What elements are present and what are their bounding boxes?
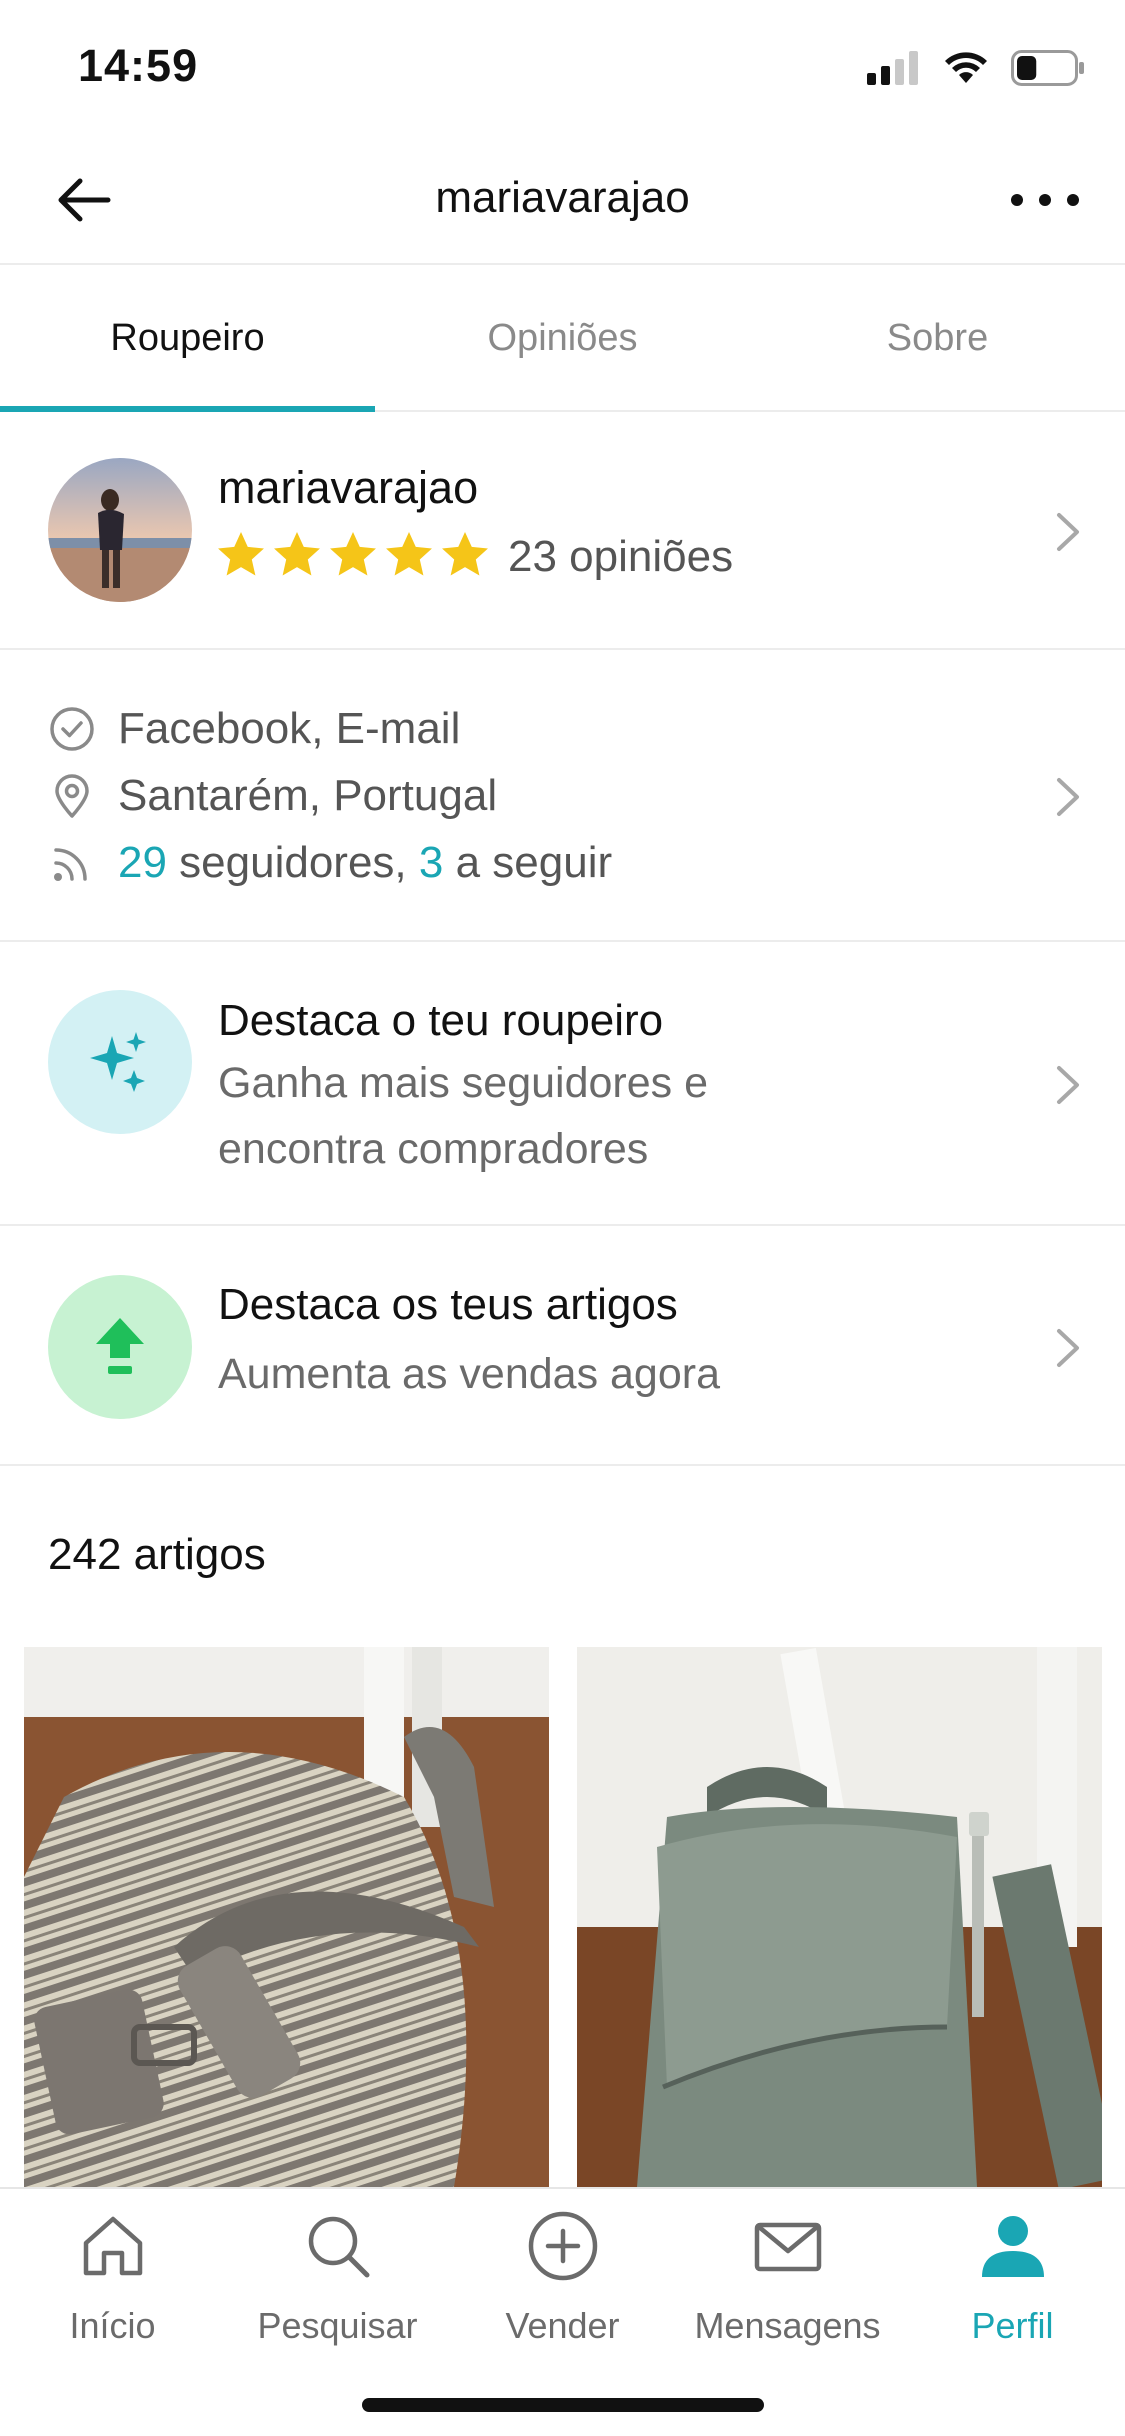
- tab-label: Início: [69, 2305, 156, 2346]
- item-photo: [24, 1647, 549, 2187]
- chevron-right-icon: [1057, 1066, 1079, 1104]
- promo-title: Destaca o teu roupeiro: [218, 996, 664, 1045]
- tab-mensagens[interactable]: Mensagens: [675, 2209, 900, 2347]
- search-icon: [308, 2216, 369, 2278]
- followers-label: seguidores,: [166, 838, 419, 887]
- home-indicator: [362, 2398, 764, 2412]
- status-icons: [867, 48, 1085, 88]
- tab-label: Pesquisar: [257, 2305, 418, 2346]
- tab-perfil[interactable]: Perfil: [900, 2209, 1125, 2347]
- sparkles-icon: [90, 1032, 146, 1092]
- promo-subtitle-line2: encontra compradores: [218, 1125, 649, 1173]
- profile-tabs: Roupeiro Opiniões Sobre: [0, 267, 1125, 412]
- tab-opinioes[interactable]: Opiniões: [375, 267, 750, 410]
- chevron-right-icon: [1057, 778, 1079, 816]
- item-card[interactable]: [24, 1647, 549, 2187]
- location-line: Santarém, Portugal: [48, 771, 497, 821]
- home-icon: [83, 2216, 142, 2276]
- promo-title: Destaca os teus artigos: [218, 1280, 678, 1329]
- status-time: 14:59: [78, 40, 199, 91]
- chevron-right-icon: [1057, 513, 1079, 551]
- upload-arrow-icon: [96, 1318, 144, 1374]
- rating-stars: [214, 528, 492, 582]
- signal-icon: [867, 51, 918, 85]
- avatar: [48, 458, 192, 602]
- promo-icon-bg: [48, 990, 192, 1134]
- tab-label: Vender: [505, 2305, 620, 2346]
- following-count[interactable]: 3: [419, 838, 443, 888]
- tab-label: Perfil: [971, 2305, 1054, 2346]
- followers-count[interactable]: 29: [118, 838, 167, 888]
- following-label: a seguir: [443, 838, 613, 887]
- followers-line: 29 seguidores, 3 a seguir: [48, 838, 612, 888]
- tab-inicio[interactable]: Início: [0, 2209, 225, 2347]
- location-text: Santarém, Portugal: [118, 771, 498, 820]
- promo-subtitle-line1: Ganha mais seguidores e: [218, 1059, 709, 1107]
- star-icon: [218, 532, 264, 576]
- status-bar: 14:59: [0, 0, 1125, 135]
- star-icon: [274, 532, 320, 576]
- verified-line: Facebook, E-mail: [48, 704, 460, 754]
- tab-pesquisar[interactable]: Pesquisar: [225, 2209, 450, 2347]
- star-icon: [330, 532, 376, 576]
- navigation-bar: mariavarajao: [0, 135, 1125, 265]
- plus-circle-icon: [528, 2211, 597, 2281]
- battery-icon: [1011, 50, 1084, 86]
- person-icon: [981, 2216, 1044, 2277]
- items-count: 242 artigos: [48, 1530, 266, 1579]
- promote-closet-row[interactable]: Destaca o teu roupeiro Ganha mais seguid…: [0, 944, 1125, 1226]
- wifi-icon: [945, 52, 987, 83]
- promote-items-row[interactable]: Destaca os teus artigos Aumenta as venda…: [0, 1228, 1125, 1466]
- verified-text: Facebook, E-mail: [118, 704, 461, 753]
- item-card[interactable]: [577, 1647, 1102, 2187]
- tab-roupeiro[interactable]: Roupeiro: [0, 267, 375, 412]
- page-title: mariavarajao: [435, 173, 690, 222]
- profile-summary-row[interactable]: mariavarajao 23 opiniões: [0, 414, 1125, 650]
- promo-subtitle: Aumenta as vendas agora: [218, 1350, 720, 1398]
- star-icon: [442, 532, 488, 576]
- tab-vender[interactable]: Vender: [450, 2209, 675, 2347]
- chevron-right-icon: [1057, 1329, 1079, 1367]
- location-pin-icon: [55, 774, 89, 818]
- star-icon: [386, 532, 432, 576]
- feed-icon: [54, 848, 87, 881]
- reviews-count: 23 opiniões: [508, 532, 734, 581]
- item-photo: [577, 1647, 1102, 2187]
- profile-username: mariavarajao: [218, 462, 479, 513]
- tab-label: Mensagens: [694, 2305, 881, 2346]
- mail-icon: [754, 2222, 821, 2272]
- tab-sobre[interactable]: Sobre: [750, 267, 1125, 410]
- items-grid: [24, 1647, 1102, 2187]
- more-horizontal-icon[interactable]: [1005, 165, 1085, 235]
- promo-icon-bg: [48, 1275, 192, 1419]
- check-circle-icon: [50, 707, 94, 751]
- profile-info-row[interactable]: Facebook, E-mail Santarém, Portugal 29 s…: [0, 652, 1125, 942]
